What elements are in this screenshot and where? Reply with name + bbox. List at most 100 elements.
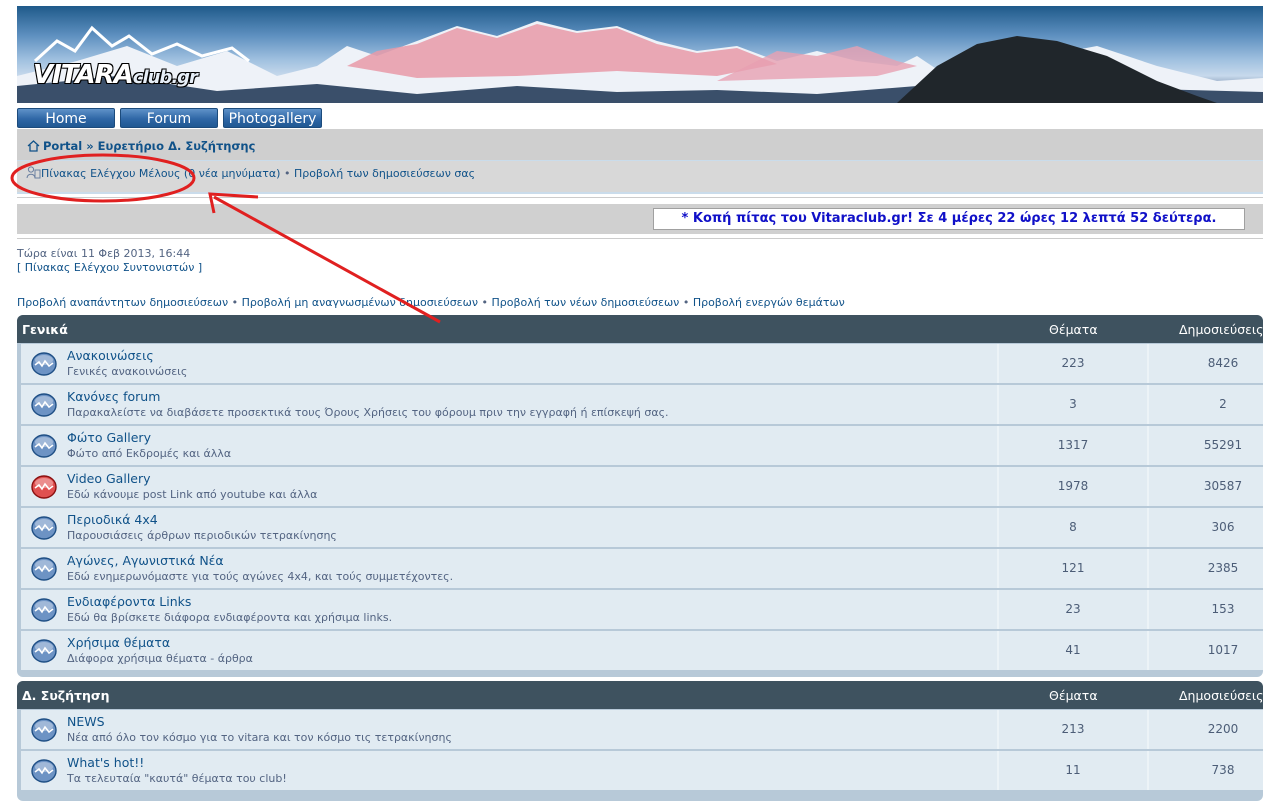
category-table: Γενικά Θέματα Δημοσιεύσεις Ανακοινώσεις Γ… — [17, 315, 1263, 677]
forum-row: NEWS Νέα από όλο τον κόσμο για το vitara … — [21, 710, 1263, 749]
posts-count: 1017 — [1149, 631, 1263, 670]
topics-count: 1978 — [999, 467, 1147, 506]
forum-read-icon — [31, 352, 57, 376]
posts-column-header: Δημοσιεύσεις — [1179, 688, 1263, 703]
forum-read-icon — [31, 598, 57, 622]
announcement-bar: * Κοπή πίτας του Vitaraclub.gr! Σε 4 μέρ… — [17, 204, 1263, 234]
forum-description: Φώτο από Εκδρομές και άλλα — [67, 447, 232, 460]
forum-description: Παρουσιάσεις άρθρων περιοδικών τετρακίνη… — [67, 529, 337, 542]
forum-name-link[interactable]: Φώτο Gallery — [67, 430, 151, 445]
breadcrumb-portal-link[interactable]: Portal — [43, 139, 82, 153]
posts-count: 2385 — [1149, 549, 1263, 588]
logo-main-text: VITARA — [33, 60, 134, 90]
link-separator: • — [481, 296, 488, 309]
forum-row: Ενδιαφέροντα Links Εδώ θα βρίσκετε διάφορ… — [21, 590, 1263, 629]
own-posts-link[interactable]: Προβολή των δημοσιεύσεων σας — [294, 167, 475, 180]
forum-cell: Φώτο Gallery Φώτο από Εκδρομές και άλλα — [21, 426, 997, 465]
forum-name-link[interactable]: NEWS — [67, 714, 105, 729]
forum-read-icon — [31, 639, 57, 663]
topics-count: 223 — [999, 344, 1147, 383]
forum-cell: Video Gallery Εδώ κάνουμε post Link από y… — [21, 467, 997, 506]
posts-count: 306 — [1149, 508, 1263, 547]
header-banner[interactable]: VITARAclub.gr — [17, 6, 1263, 103]
forum-name-link[interactable]: Video Gallery — [67, 471, 151, 486]
home-icon — [27, 140, 40, 152]
current-time: Τώρα είναι 11 Φεβ 2013, 16:44 — [17, 247, 191, 260]
forum-name-link[interactable]: Περιοδικά 4x4 — [67, 512, 158, 527]
site-logo[interactable]: VITARAclub.gr — [33, 60, 198, 90]
posts-count: 2200 — [1149, 710, 1263, 749]
forum-cell: Αγώνες, Αγωνιστικά Νέα Εδώ ενημερωνόμαστε… — [21, 549, 997, 588]
divider — [17, 238, 1263, 239]
forum-row: Φώτο Gallery Φώτο από Εκδρομές και άλλα 13… — [21, 426, 1263, 465]
forum-row: Κανόνες forum Παρακαλείστε να διαβάσετε π… — [21, 385, 1263, 424]
topics-count: 8 — [999, 508, 1147, 547]
category-header: Δ. Συζήτηση Θέματα Δημοσιεύσεις — [17, 681, 1263, 709]
nav-photogallery-button[interactable]: Photogallery — [223, 108, 322, 128]
mountain-panorama — [17, 21, 1263, 103]
forum-row: Ανακοινώσεις Γενικές ανακοινώσεις 223 8426 — [21, 344, 1263, 383]
posts-count: 55291 — [1149, 426, 1263, 465]
ucp-separator: • — [283, 167, 291, 180]
topics-column-header: Θέματα — [1049, 322, 1098, 337]
link-separator: • — [682, 296, 690, 309]
forum-description: Διάφορα χρήσιμα θέματα - άρθρα — [67, 652, 253, 665]
ucp-link[interactable]: Πίνακας Ελέγχου Μέλους (0 νέα μηνύματα) — [41, 167, 280, 180]
forum-cell: Περιοδικά 4x4 Παρουσιάσεις άρθρων περιοδι… — [21, 508, 997, 547]
category-title[interactable]: Δ. Συζήτηση — [22, 688, 110, 703]
forum-name-link[interactable]: Αγώνες, Αγωνιστικά Νέα — [67, 553, 224, 568]
new-posts-link[interactable]: Προβολή των νέων δημοσιεύσεων — [491, 296, 679, 309]
forum-cell: Χρήσιμα θέματα Διάφορα χρήσιμα θέματα - ά… — [21, 631, 997, 670]
topics-count: 41 — [999, 631, 1147, 670]
category-title[interactable]: Γενικά — [22, 322, 68, 337]
active-topics-link[interactable]: Προβολή ενεργών θεμάτων — [693, 296, 845, 309]
nav-forum-button[interactable]: Forum — [120, 108, 218, 128]
forum-description: Εδώ κάνουμε post Link από youtube και άλ… — [67, 488, 318, 501]
mcp-link[interactable]: [ Πίνακας Ελέγχου Συντονιστών ] — [17, 261, 202, 274]
topics-count: 121 — [999, 549, 1147, 588]
posts-count: 8426 — [1149, 344, 1263, 383]
breadcrumb-index-link[interactable]: Ευρετήριο Δ. Συζήτησης — [98, 139, 256, 153]
forum-read-icon — [31, 393, 57, 417]
logo-sub-text: club.gr — [132, 67, 198, 88]
user-icon — [26, 166, 41, 179]
forum-cell: Κανόνες forum Παρακαλείστε να διαβάσετε π… — [21, 385, 997, 424]
forum-name-link[interactable]: Ανακοινώσεις — [67, 348, 154, 363]
navbar: Portal » Ευρετήριο Δ. Συζήτησης Πίνακας … — [17, 129, 1263, 194]
forum-row: Περιοδικά 4x4 Παρουσιάσεις άρθρων περιοδι… — [21, 508, 1263, 547]
breadcrumb-separator: » — [86, 139, 94, 153]
divider — [17, 197, 1263, 198]
forum-name-link[interactable]: Ενδιαφέροντα Links — [67, 594, 191, 609]
nav-home-button[interactable]: Home — [17, 108, 115, 128]
posts-column-header: Δημοσιεύσεις — [1179, 322, 1263, 337]
forum-name-link[interactable]: Κανόνες forum — [67, 389, 160, 404]
forum-read-icon — [31, 434, 57, 458]
posts-count: 30587 — [1149, 467, 1263, 506]
forum-name-link[interactable]: What's hot!! — [67, 755, 144, 770]
topics-column-header: Θέματα — [1049, 688, 1098, 703]
countdown-text: * Κοπή πίτας του Vitaraclub.gr! Σε 4 μέρ… — [653, 208, 1245, 230]
unread-posts-link[interactable]: Προβολή μη αναγνωσμένων δημοσιεύσεων — [242, 296, 478, 309]
forum-description: Νέα από όλο τον κόσμο για το vitara και … — [67, 731, 452, 744]
forum-cell: Ανακοινώσεις Γενικές ανακοινώσεις — [21, 344, 997, 383]
forum-description: Γενικές ανακοινώσεις — [67, 365, 188, 378]
breadcrumb: Portal » Ευρετήριο Δ. Συζήτησης — [27, 139, 255, 153]
posts-count: 2 — [1149, 385, 1263, 424]
forum-row: What's hot!! Τα τελευταία "καυτά" θέματα … — [21, 751, 1263, 790]
forum-read-icon — [31, 557, 57, 581]
ucp-links: Πίνακας Ελέγχου Μέλους (0 νέα μηνύματα) … — [26, 166, 475, 180]
topics-count: 1317 — [999, 426, 1147, 465]
forum-cell: Ενδιαφέροντα Links Εδώ θα βρίσκετε διάφορ… — [21, 590, 997, 629]
category-header: Γενικά Θέματα Δημοσιεύσεις — [17, 315, 1263, 343]
topics-count: 213 — [999, 710, 1147, 749]
forum-read-icon — [31, 516, 57, 540]
search-links: Προβολή αναπάντητων δημοσιεύσεων • Προβο… — [17, 296, 845, 309]
topics-count: 3 — [999, 385, 1147, 424]
link-separator: • — [231, 296, 239, 309]
posts-count: 153 — [1149, 590, 1263, 629]
forum-description: Παρακαλείστε να διαβάσετε προσεκτικά του… — [67, 406, 669, 419]
unanswered-posts-link[interactable]: Προβολή αναπάντητων δημοσιεύσεων — [17, 296, 228, 309]
forum-row: Video Gallery Εδώ κάνουμε post Link από y… — [21, 467, 1263, 506]
topics-count: 11 — [999, 751, 1147, 790]
forum-name-link[interactable]: Χρήσιμα θέματα — [67, 635, 170, 650]
